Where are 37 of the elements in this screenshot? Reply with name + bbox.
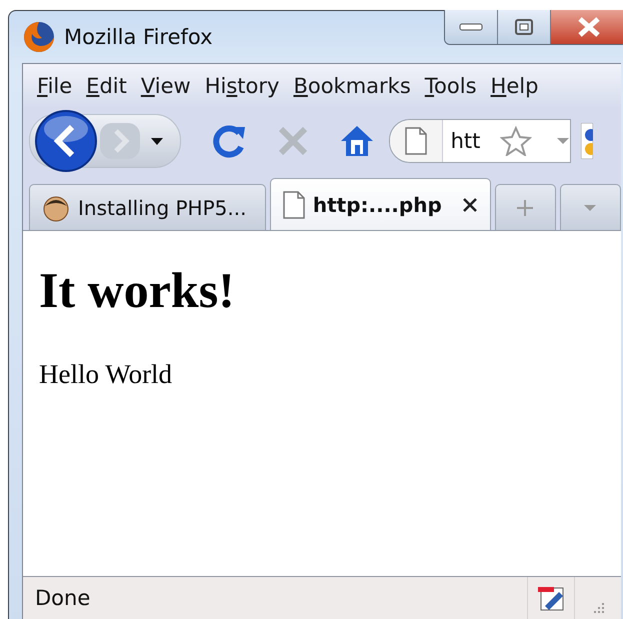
dropdown-arrow-icon[interactable] bbox=[150, 136, 164, 146]
minimize-button[interactable] bbox=[445, 10, 498, 44]
close-tab-icon[interactable] bbox=[462, 196, 478, 212]
search-engine-icon[interactable] bbox=[581, 123, 593, 159]
menu-item[interactable]: Help bbox=[486, 74, 548, 98]
menu-item[interactable]: Bookmarks bbox=[289, 74, 421, 98]
window-title: Mozilla Firefox bbox=[64, 25, 213, 49]
plus-icon bbox=[515, 198, 536, 218]
menu-item[interactable]: View bbox=[136, 74, 201, 98]
close-icon bbox=[577, 17, 601, 37]
reload-icon[interactable] bbox=[211, 123, 247, 159]
home-icon[interactable] bbox=[339, 124, 375, 158]
close-button[interactable] bbox=[551, 10, 623, 44]
menu-item[interactable]: File bbox=[33, 74, 82, 98]
page-heading: It works! bbox=[39, 261, 236, 319]
status-text: Done bbox=[34, 586, 92, 610]
maximize-button[interactable] bbox=[498, 10, 551, 44]
dropdown-arrow-icon bbox=[583, 202, 598, 212]
tab-title: Installing PHP5... bbox=[78, 196, 246, 220]
page-icon bbox=[404, 127, 427, 155]
address-text: htt bbox=[450, 129, 482, 153]
page-text: Hello World bbox=[39, 359, 174, 390]
tab[interactable]: http:....php bbox=[270, 178, 491, 230]
minimize-icon bbox=[459, 22, 483, 32]
star-icon[interactable] bbox=[500, 126, 532, 156]
menu-item[interactable]: Edit bbox=[82, 74, 137, 98]
page-icon bbox=[282, 190, 305, 218]
tab-title: http:....php bbox=[312, 192, 442, 216]
address-field[interactable]: htt bbox=[389, 119, 571, 163]
firefox-logo-icon bbox=[22, 20, 56, 54]
back-button[interactable] bbox=[34, 109, 98, 173]
maximize-icon bbox=[514, 18, 534, 36]
document-edit-icon bbox=[537, 584, 565, 612]
menu-item[interactable]: History bbox=[200, 74, 290, 98]
tab[interactable]: Installing PHP5... bbox=[29, 184, 266, 230]
menu-item[interactable]: Tools bbox=[420, 74, 487, 98]
avatar-icon bbox=[42, 194, 70, 222]
